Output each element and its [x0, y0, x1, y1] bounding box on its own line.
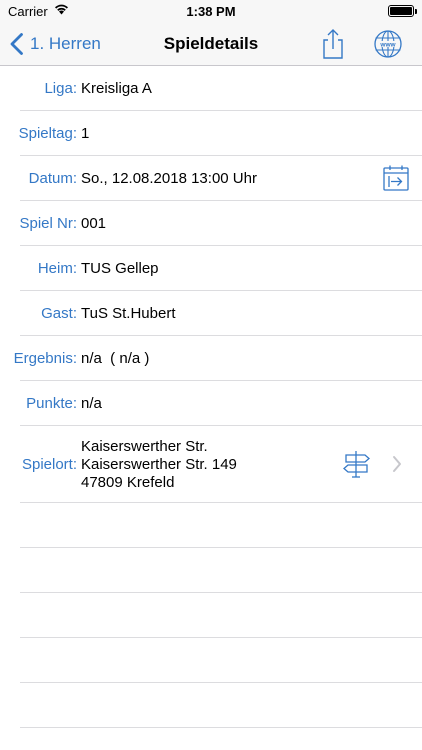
detail-row-punkte: Punkte: n/a [0, 381, 422, 426]
details-table: Liga: Kreisliga A Spieltag: 1 Datum: So.… [0, 66, 422, 728]
detail-label: Punkte: [26, 395, 77, 412]
detail-label: Ergebnis: [13, 350, 77, 367]
navigation-bar: 1. Herren Spieldetails www [0, 22, 422, 66]
venue-address: Kaiserswerther Str. Kaiserswerther Str. … [81, 438, 237, 492]
detail-value: So., 12.08.2018 13:00 Uhr [81, 170, 257, 187]
detail-value: TuS St.Hubert [81, 305, 176, 322]
detail-label: Spieltag: [18, 125, 77, 142]
detail-row-spieltag: Spieltag: 1 [0, 111, 422, 156]
detail-row-gast: Gast: TuS St.Hubert [0, 291, 422, 336]
detail-label: Datum: [28, 170, 77, 187]
svg-text:www: www [379, 41, 396, 48]
detail-label: Spielort: [21, 456, 77, 473]
detail-row-ergebnis: Ergebnis: n/a ( n/a ) [0, 336, 422, 381]
detail-label: Liga: [44, 80, 77, 97]
empty-row [0, 548, 422, 593]
share-icon[interactable] [317, 28, 349, 60]
empty-row [0, 638, 422, 683]
calendar-add-icon[interactable] [382, 164, 410, 192]
venue-name: Kaiserswerther Str. [81, 437, 208, 455]
detail-value: Kreisliga A [81, 80, 152, 97]
clock: 1:38 PM [186, 4, 236, 19]
signpost-icon[interactable] [342, 449, 372, 479]
battery-icon [388, 5, 414, 17]
detail-value: TUS Gellep [81, 260, 159, 277]
detail-row-liga: Liga: Kreisliga A [0, 66, 422, 111]
detail-value: n/a [81, 395, 102, 412]
chevron-right-icon [393, 456, 401, 472]
detail-label: Heim: [37, 260, 77, 277]
detail-value: n/a ( n/a ) [81, 350, 150, 367]
detail-row-spielort[interactable]: Spielort: Kaiserswerther Str. Kaiserswer… [0, 426, 422, 503]
page-title: Spieldetails [163, 34, 259, 53]
detail-value: 1 [81, 125, 90, 142]
detail-row-spiel-nr: Spiel Nr: 001 [0, 201, 422, 246]
venue-street: Kaiserswerther Str. 149 [81, 455, 237, 473]
detail-row-heim: Heim: TUS Gellep [0, 246, 422, 291]
detail-row-datum: Datum: So., 12.08.2018 13:00 Uhr [0, 156, 422, 201]
empty-row [0, 683, 422, 728]
detail-label: Spiel Nr: [19, 215, 77, 232]
detail-value: 001 [81, 215, 107, 232]
status-bar: Carrier 1:38 PM [0, 0, 422, 22]
venue-city: 47809 Krefeld [81, 473, 175, 491]
empty-row [0, 593, 422, 638]
empty-row [0, 503, 422, 548]
globe-www-icon[interactable]: www [372, 28, 404, 60]
detail-label: Gast: [41, 305, 77, 322]
